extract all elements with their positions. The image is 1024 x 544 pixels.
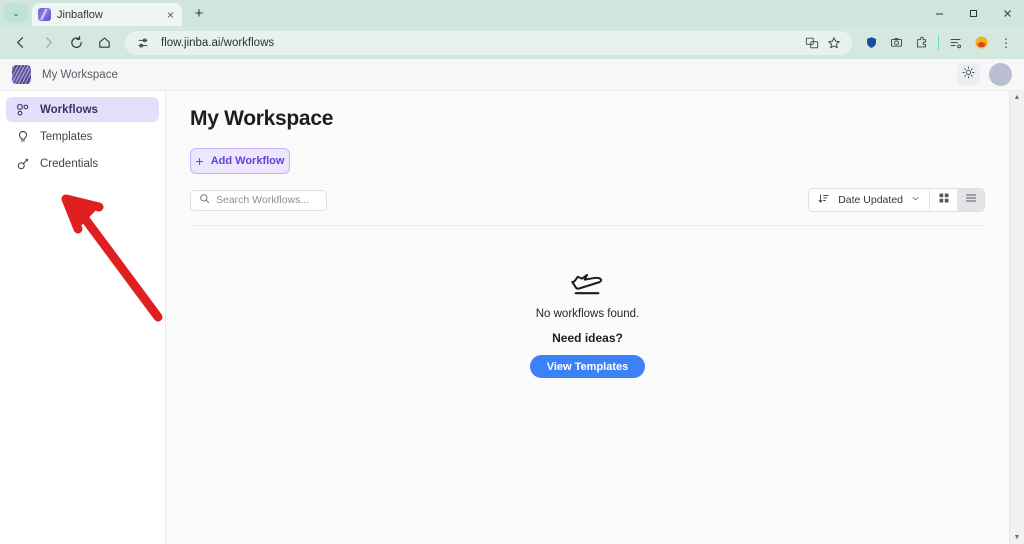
page-title: My Workspace [190,107,985,131]
profile-icon[interactable] [970,32,992,54]
empty-prompt: Need ideas? [552,331,623,345]
tab-search-button[interactable]: ⌄ [4,3,28,23]
scroll-down-arrow-icon[interactable]: ▼ [1014,534,1021,541]
sun-icon [962,66,975,84]
forward-icon[interactable] [35,30,61,56]
browser-window: ⌄ Jinbaflow × + [0,0,1024,544]
sort-desc-icon [818,193,830,208]
empty-state: No workflows found. Need ideas? View Tem… [190,266,985,378]
lightbulb-icon [16,130,30,144]
grid-view-icon [938,191,950,209]
list-view-button[interactable] [957,189,984,211]
toolbar-row: Search Workflows... Date Updated [190,188,985,212]
app-body: Workflows Templates [0,91,1024,544]
translate-icon[interactable] [802,33,822,53]
empty-caption: No workflows found. [536,308,640,320]
sidebar-item-label: Templates [40,131,92,143]
sort-dropdown[interactable]: Date Updated [809,189,929,211]
url-text: flow.jinba.ai/workflows [161,37,274,49]
browser-menu-icon[interactable]: ⋮ [995,32,1017,54]
theme-toggle-button[interactable] [957,63,980,86]
workflow-nodes-icon [16,103,30,117]
address-bar[interactable]: flow.jinba.ai/workflows [125,31,852,55]
camera-icon[interactable] [885,32,907,54]
tab-title: Jinbaflow [57,9,159,21]
search-input[interactable]: Search Workflows... [190,190,327,211]
tune-icon[interactable] [133,33,153,53]
plane-takeoff-icon [569,266,607,301]
reload-icon[interactable] [63,30,89,56]
star-icon[interactable] [824,33,844,53]
view-templates-button[interactable]: View Templates [530,355,646,378]
sidebar-item-credentials[interactable]: Credentials [6,151,159,176]
avatar[interactable] [989,63,1012,86]
sidebar: Workflows Templates [0,91,166,544]
jinbaflow-favicon [38,8,51,21]
shield-icon[interactable] [860,32,882,54]
jinbaflow-logo [12,65,31,84]
maximize-icon[interactable] [956,0,990,26]
minimize-icon[interactable] [922,0,956,26]
sidebar-item-label: Workflows [40,104,98,116]
sidebar-item-workflows[interactable]: Workflows [6,97,159,122]
search-placeholder: Search Workflows... [216,194,309,206]
back-icon[interactable] [7,30,33,56]
sidebar-item-label: Credentials [40,158,98,170]
scroll-up-arrow-icon[interactable]: ▲ [1014,94,1021,101]
extension-area: ⋮ [860,32,1017,54]
home-icon[interactable] [91,30,117,56]
browser-tab[interactable]: Jinbaflow × [32,3,182,26]
chevron-down-icon [911,194,920,206]
sidebar-item-templates[interactable]: Templates [6,124,159,149]
sort-label: Date Updated [838,194,903,206]
new-tab-button[interactable]: + [188,2,210,24]
plus-icon: + [196,154,204,168]
extensions-icon[interactable] [910,32,932,54]
window-controls [922,0,1024,26]
grid-view-button[interactable] [930,189,957,211]
tab-strip: ⌄ Jinbaflow × + [0,0,1024,26]
main-content: My Workspace + Add Workflow Search Workf… [166,91,1009,544]
add-workflow-button[interactable]: + Add Workflow [190,148,290,174]
browser-toolbar: flow.jinba.ai/workflows [0,26,1024,59]
app-header: My Workspace [0,59,1024,91]
reading-list-icon[interactable] [945,32,967,54]
page-viewport: My Workspace [0,59,1024,544]
close-icon[interactable]: × [165,9,176,21]
search-icon [199,191,210,209]
view-controls: Date Updated [808,188,985,212]
section-divider [190,225,985,226]
key-icon [16,157,30,171]
workspace-name: My Workspace [42,69,118,81]
list-view-icon [965,191,977,209]
page-scrollbar[interactable]: ▲ ▼ [1009,91,1024,544]
toolbar-divider [938,35,939,50]
close-window-icon[interactable] [990,0,1024,26]
add-workflow-label: Add Workflow [211,155,285,167]
chevron-down-icon: ⌄ [12,8,20,19]
